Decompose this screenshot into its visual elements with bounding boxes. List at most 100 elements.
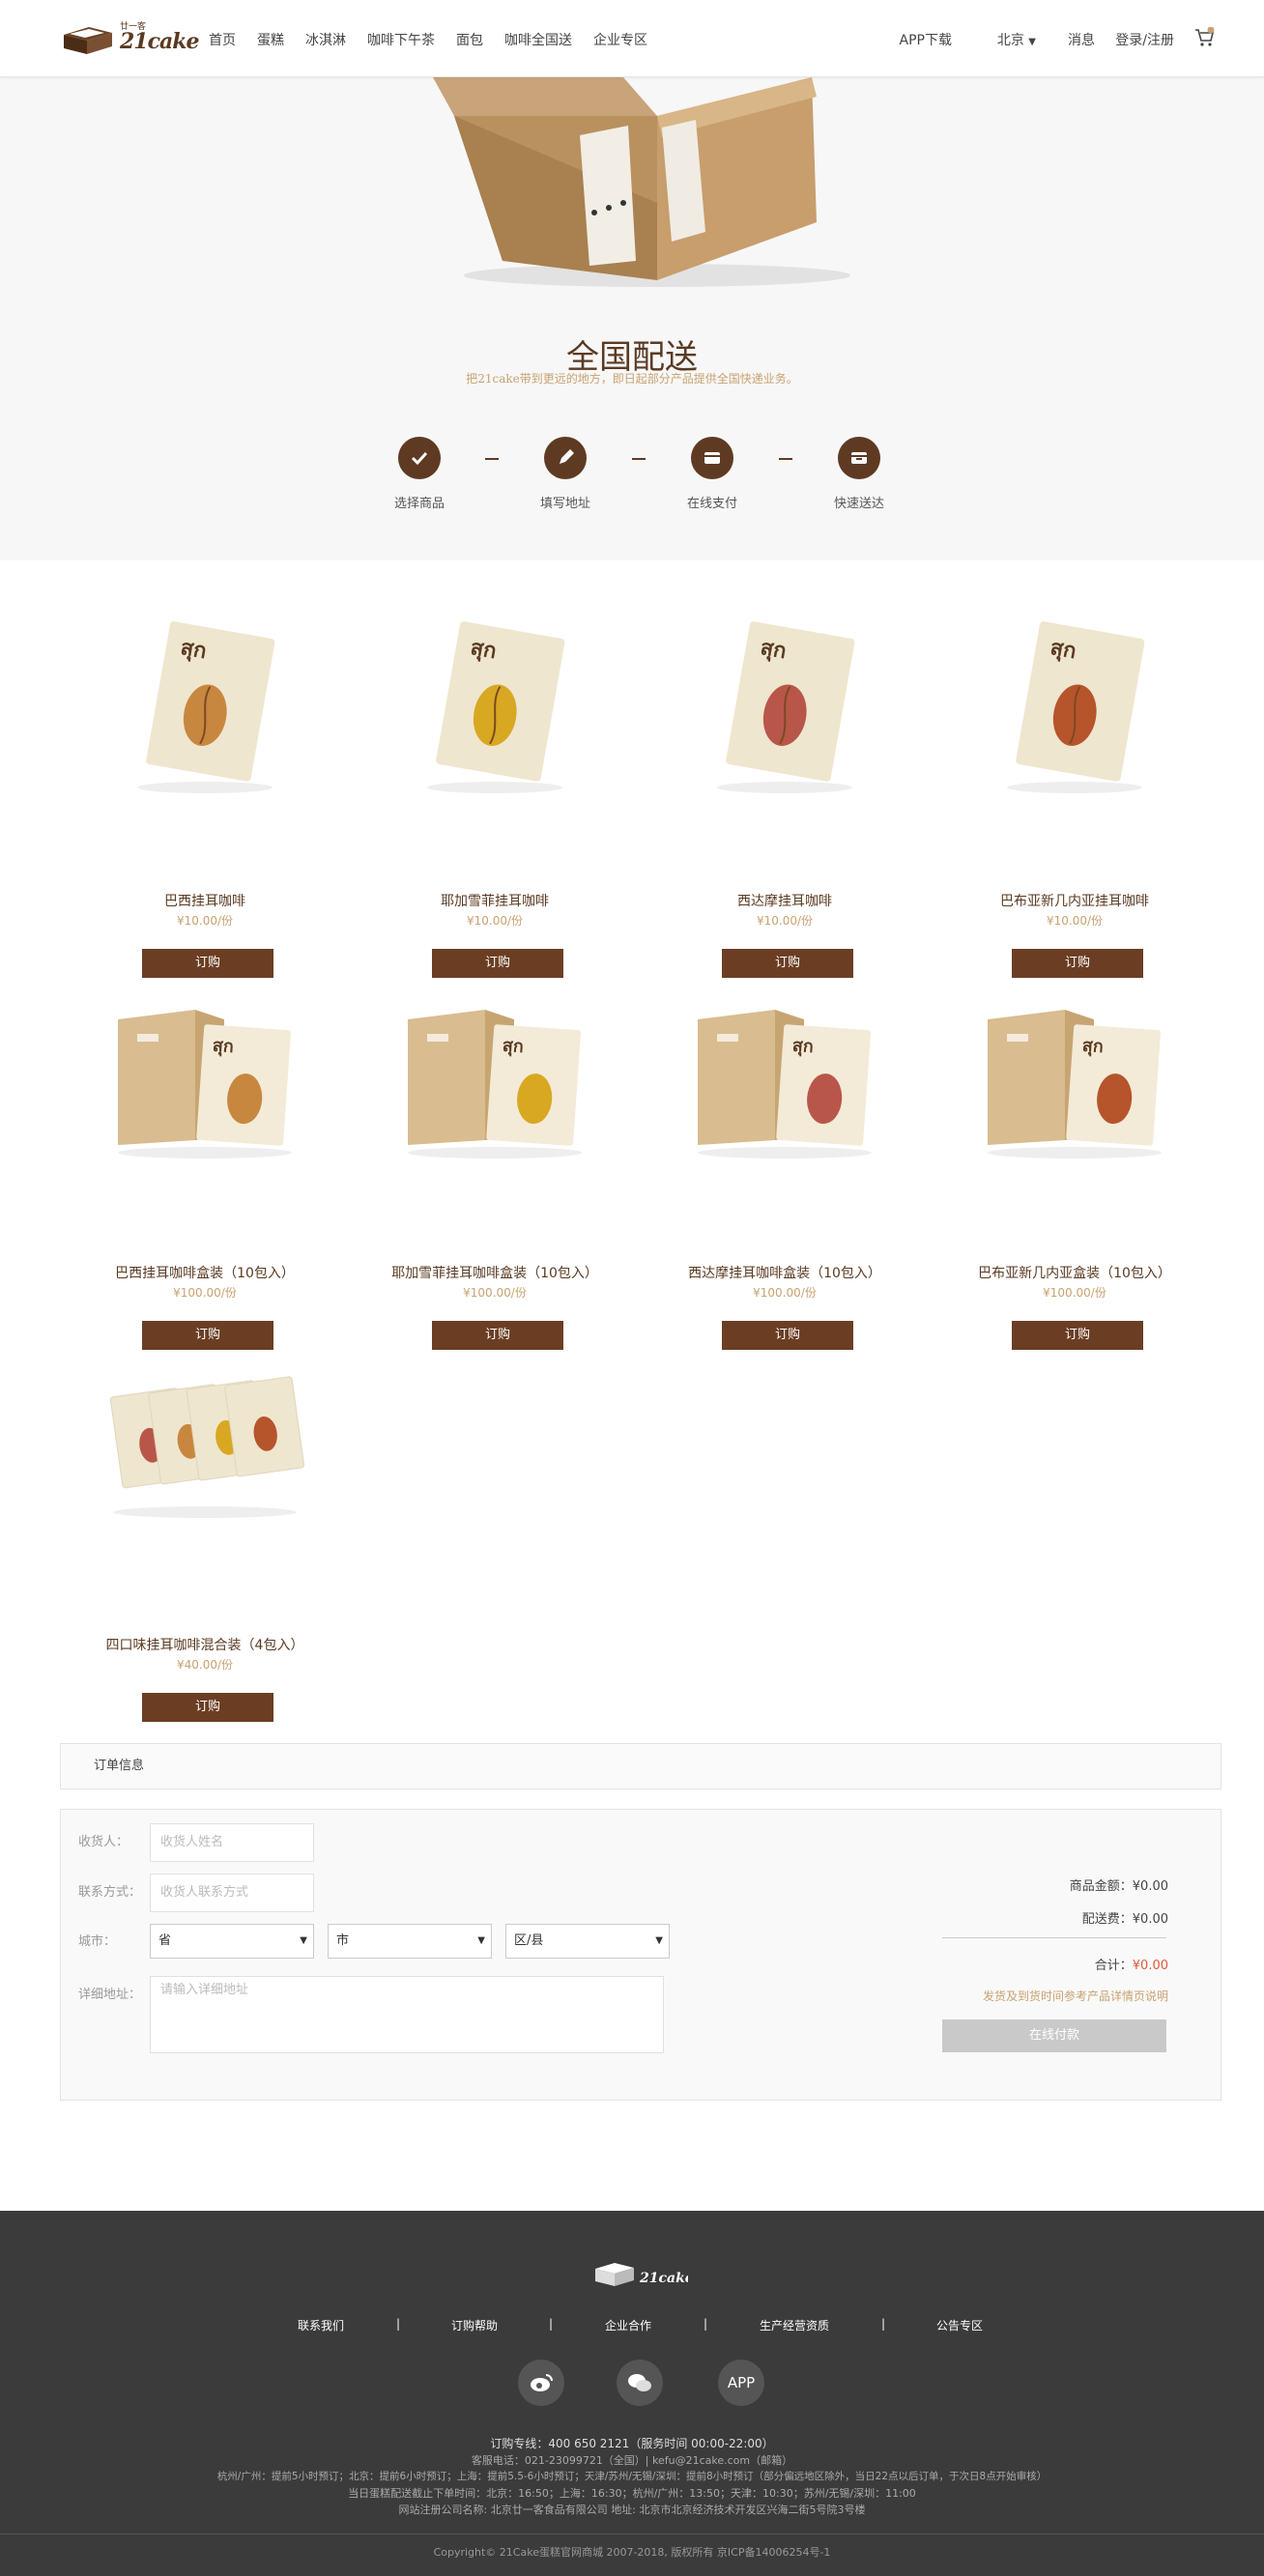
product-image[interactable]: สุก xyxy=(968,609,1181,802)
product-price: ¥10.00/份 xyxy=(1046,914,1104,928)
weibo-icon[interactable] xyxy=(518,2360,564,2406)
district-select[interactable]: 区/县 ▼ xyxy=(505,1924,670,1959)
contact-input[interactable]: 收货人联系方式 xyxy=(150,1874,314,1912)
address-textarea[interactable]: 请输入详细地址 xyxy=(150,1976,664,2053)
product-image[interactable]: สุก xyxy=(678,609,891,802)
step-fill-address: 填写地址 xyxy=(512,437,618,511)
svg-text:สุก: สุก xyxy=(502,1036,524,1058)
product-card[interactable]: สุก 巴西挂耳咖啡 ¥10.00/份 订购 xyxy=(60,609,350,995)
product-name[interactable]: 西达摩挂耳咖啡 xyxy=(640,891,930,910)
order-button[interactable]: 订购 xyxy=(1012,1321,1143,1350)
product-image[interactable]: สุก xyxy=(388,981,601,1174)
nav-item-icecream[interactable]: 冰淇淋 xyxy=(305,30,346,49)
order-button[interactable]: 订购 xyxy=(722,949,853,978)
product-card[interactable]: สุก 巴布亚新几内亚挂耳咖啡 ¥10.00/份订购 xyxy=(930,609,1220,995)
product-name[interactable]: 耶加雪菲挂耳咖啡盒装（10包入） xyxy=(350,1263,640,1282)
shipping-value: ¥0.00 xyxy=(1132,1912,1168,1927)
order-button[interactable]: 订购 xyxy=(142,949,273,978)
svg-text:สุก: สุก xyxy=(791,1036,814,1058)
product-image[interactable]: สุก xyxy=(99,981,311,1174)
nav-item-cake[interactable]: 蛋糕 xyxy=(257,30,284,49)
pencil-icon xyxy=(544,437,587,479)
product-card[interactable]: สุก 西达摩挂耳咖啡盒装（10包入） ¥100.00/份订购 xyxy=(640,981,930,1367)
order-button[interactable]: 订购 xyxy=(1012,949,1143,978)
order-button[interactable]: 订购 xyxy=(142,1693,273,1722)
product-image[interactable] xyxy=(99,1353,311,1546)
cart-icon[interactable] xyxy=(1194,27,1216,48)
product-price: ¥10.00/份 xyxy=(466,914,524,928)
product-name[interactable]: 西达摩挂耳咖啡盒装（10包入） xyxy=(640,1263,930,1282)
total-label: 合计： xyxy=(1094,1959,1133,1973)
step-divider xyxy=(485,458,499,460)
brand-logo[interactable]: 廿一客 21cake xyxy=(60,17,200,58)
total-value: ¥0.00 xyxy=(1132,1959,1168,1973)
city-selector[interactable]: 北京 ▼ xyxy=(997,30,1036,49)
product-price: ¥100.00/份 xyxy=(753,1286,817,1300)
city-label: 城市： xyxy=(78,1934,117,1949)
top-header: 廿一客 21cake 首页 蛋糕 冰淇淋 咖啡下午茶 面包 咖啡全国送 企业专区… xyxy=(0,0,1264,77)
product-name[interactable]: 巴西挂耳咖啡 xyxy=(60,891,350,910)
caret-down-icon: ▼ xyxy=(1028,37,1036,47)
step-label: 快速送达 xyxy=(833,497,884,511)
product-image[interactable]: สุก xyxy=(388,609,601,802)
app-download-link[interactable]: APP下载 xyxy=(900,30,952,49)
product-image[interactable]: สุก xyxy=(678,981,891,1174)
shipping-fee: 配送费：¥0.00 xyxy=(1082,1908,1168,1927)
product-name[interactable]: 巴西挂耳咖啡盒装（10包入） xyxy=(60,1263,350,1282)
product-card[interactable]: สุก 巴布亚新几内亚盒装（10包入） ¥100.00/份 订购 xyxy=(930,981,1220,1367)
province-select[interactable]: 省 ▼ xyxy=(150,1924,314,1959)
footer-link-contact[interactable]: 联系我们 xyxy=(298,2317,344,2333)
order-total: 合计：¥0.00 xyxy=(1095,1955,1168,1973)
footer-copyright: Copyright© 21Cake蛋糕官网商城 2007-2018, 版权所有 … xyxy=(0,2533,1264,2560)
footer-logo-icon[interactable]: 21cake xyxy=(591,2255,688,2294)
product-card[interactable]: สุก 耶加雪菲挂耳咖啡盒装（10包入） ¥100.00/份 订购 xyxy=(350,981,640,1367)
product-card[interactable]: 四口味挂耳咖啡混合装（4包入） ¥40.00/份 订购 xyxy=(60,1353,350,1739)
nav-item-bread[interactable]: 面包 xyxy=(456,30,483,49)
footer-link-announcements[interactable]: 公告专区 xyxy=(936,2317,983,2333)
product-name[interactable]: 耶加雪菲挂耳咖啡 xyxy=(350,891,640,910)
nav-item-coffee-tea[interactable]: 咖啡下午茶 xyxy=(367,30,435,49)
product-card[interactable]: สุก 耶加雪菲挂耳咖啡 ¥10.00/份订购 xyxy=(350,609,640,995)
step-label: 填写地址 xyxy=(539,497,590,511)
footer-link-help[interactable]: 订购帮助 xyxy=(451,2317,498,2333)
product-card[interactable]: สุก 巴西挂耳咖啡盒装（10包入） ¥100.00/份 订购 xyxy=(60,981,350,1367)
login-register-link[interactable]: 登录/注册 xyxy=(1115,30,1174,49)
footer-link-qualification[interactable]: 生产经营资质 xyxy=(760,2317,829,2333)
online-pay-button[interactable]: 在线付款 xyxy=(942,2019,1166,2052)
app-button[interactable]: APP xyxy=(718,2360,764,2406)
wechat-icon[interactable] xyxy=(617,2360,663,2406)
svg-text:สุก: สุก xyxy=(1081,1036,1104,1058)
summary-divider xyxy=(942,1937,1166,1938)
nav-item-home[interactable]: 首页 xyxy=(209,30,236,49)
step-label: 选择商品 xyxy=(393,497,445,511)
check-icon xyxy=(398,437,441,479)
shipping-box-image xyxy=(433,77,850,287)
goods-amount: 商品金额：¥0.00 xyxy=(1070,1875,1168,1894)
product-price: ¥10.00/份 xyxy=(756,914,814,928)
product-name[interactable]: 四口味挂耳咖啡混合装（4包入） xyxy=(60,1635,350,1654)
svg-text:สุก: สุก xyxy=(212,1036,234,1058)
order-info-header: 订单信息 xyxy=(60,1743,1221,1789)
product-name[interactable]: 巴布亚新几内亚挂耳咖啡 xyxy=(930,891,1220,910)
product-card[interactable]: สุก 西达摩挂耳咖啡 ¥10.00/份订购 xyxy=(640,609,930,995)
receiver-name-input[interactable]: 收货人姓名 xyxy=(150,1823,314,1862)
order-button[interactable]: 订购 xyxy=(432,1321,563,1350)
footer-sep: | xyxy=(704,2317,708,2331)
order-button[interactable]: 订购 xyxy=(432,949,563,978)
address-label: 详细地址： xyxy=(78,1988,142,2002)
nav-item-coffee-delivery[interactable]: 咖啡全国送 xyxy=(504,30,572,49)
step-label: 在线支付 xyxy=(686,497,737,511)
order-button[interactable]: 订购 xyxy=(722,1321,853,1350)
delivery-hero: 全国配送 把21cake带到更远的地方，即日起部分产品提供全国快递业务。 选择商… xyxy=(0,77,1264,560)
product-image[interactable]: สุก xyxy=(99,609,311,802)
select-arrow-icon: ▼ xyxy=(300,1935,307,1946)
product-name[interactable]: 巴布亚新几内亚盒装（10包入） xyxy=(930,1263,1220,1282)
product-image[interactable]: สุก xyxy=(968,981,1181,1174)
messages-link[interactable]: 消息 xyxy=(1068,30,1095,49)
order-button[interactable]: 订购 xyxy=(142,1321,273,1350)
footer-info-3: 网站注册公司名称: 北京廿一客食品有限公司 地址: 北京市北京经济技术开发区兴海… xyxy=(398,2504,866,2516)
nav-item-enterprise[interactable]: 企业专区 xyxy=(593,30,647,49)
cake-logo-icon xyxy=(64,27,112,54)
city-select[interactable]: 市 ▼ xyxy=(328,1924,492,1959)
footer-link-cooperation[interactable]: 企业合作 xyxy=(605,2317,651,2333)
